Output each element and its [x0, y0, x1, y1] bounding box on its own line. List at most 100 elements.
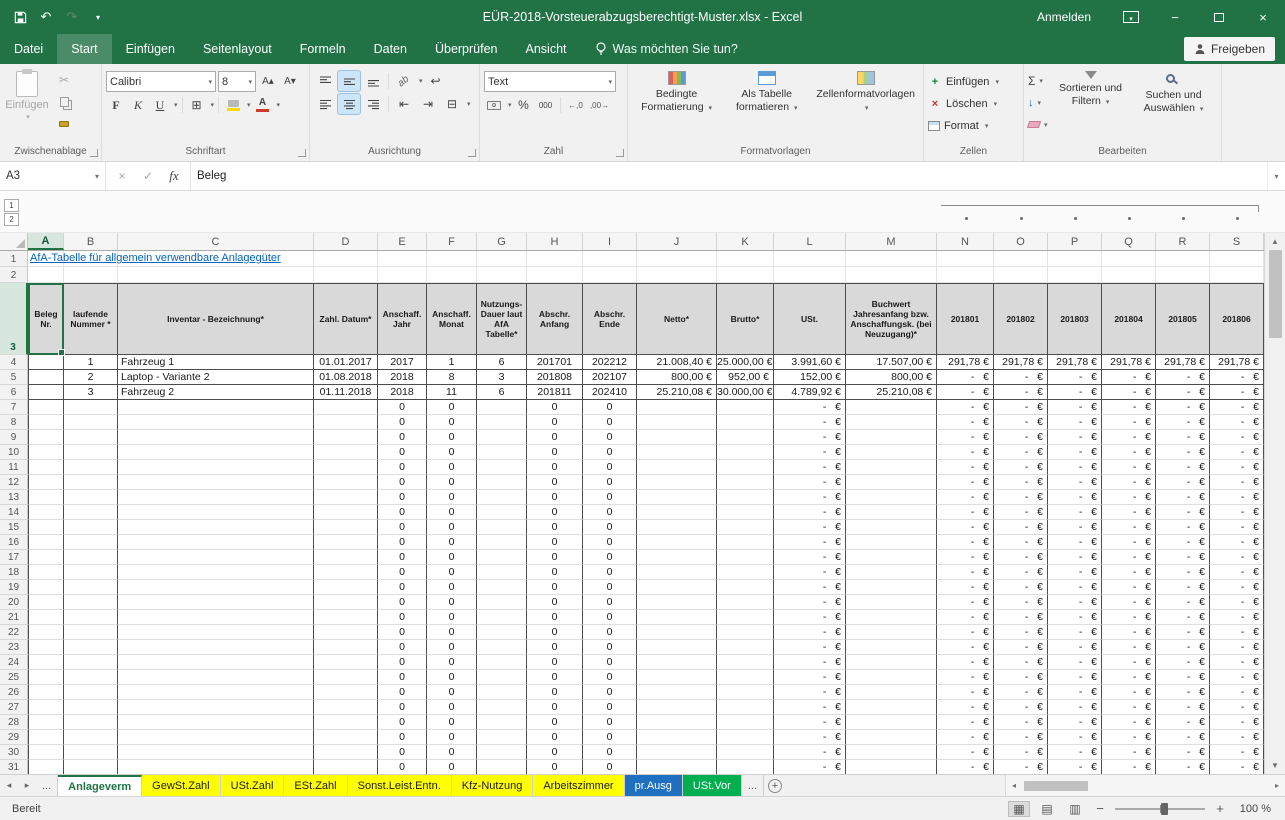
cell-H26[interactable]: 0	[527, 685, 583, 700]
column-header-G[interactable]: G	[477, 233, 527, 250]
cell-S23[interactable]: - €	[1210, 640, 1264, 655]
cell-G6[interactable]: 6	[477, 385, 527, 400]
cell-M26[interactable]	[846, 685, 937, 700]
cell-G8[interactable]	[477, 415, 527, 430]
cell-R31[interactable]: - €	[1156, 760, 1210, 774]
cell-P23[interactable]: - €	[1048, 640, 1102, 655]
cell-I14[interactable]: 0	[583, 505, 637, 520]
cell-C2[interactable]	[118, 267, 314, 283]
cell-F29[interactable]: 0	[427, 730, 477, 745]
cell-Q9[interactable]: - €	[1102, 430, 1156, 445]
cell-K8[interactable]	[717, 415, 774, 430]
cell-N20[interactable]: - €	[937, 595, 994, 610]
cell-A27[interactable]	[28, 700, 64, 715]
close-button[interactable]: ×	[1241, 0, 1285, 34]
row-header-22[interactable]: 22	[0, 625, 28, 640]
cell-L3[interactable]: USt.	[774, 283, 846, 355]
cell-L7[interactable]: - €	[774, 400, 846, 415]
cell-F10[interactable]: 0	[427, 445, 477, 460]
cell-F1[interactable]	[427, 251, 477, 267]
cell-C8[interactable]	[118, 415, 314, 430]
cell-C16[interactable]	[118, 535, 314, 550]
cell-P6[interactable]: - €	[1048, 385, 1102, 400]
column-header-C[interactable]: C	[118, 233, 314, 250]
cell-S8[interactable]: - €	[1210, 415, 1264, 430]
orientation-icon[interactable]: ab	[393, 71, 415, 91]
column-header-Q[interactable]: Q	[1102, 233, 1156, 250]
cell-I30[interactable]: 0	[583, 745, 637, 760]
cell-M29[interactable]	[846, 730, 937, 745]
cell-E26[interactable]: 0	[378, 685, 427, 700]
cell-P11[interactable]: - €	[1048, 460, 1102, 475]
cell-Q15[interactable]: - €	[1102, 520, 1156, 535]
sheet-nav-right-icon[interactable]: ▸	[18, 775, 36, 796]
cell-F18[interactable]: 0	[427, 565, 477, 580]
row-header-16[interactable]: 16	[0, 535, 28, 550]
increase-decimal-icon[interactable]: ←,0	[565, 96, 587, 114]
cell-G17[interactable]	[477, 550, 527, 565]
cell-G25[interactable]	[477, 670, 527, 685]
cell-E7[interactable]: 0	[378, 400, 427, 415]
cell-J26[interactable]	[637, 685, 717, 700]
cell-S30[interactable]: - €	[1210, 745, 1264, 760]
cell-J11[interactable]	[637, 460, 717, 475]
cell-A4[interactable]	[28, 355, 64, 370]
cell-S19[interactable]: - €	[1210, 580, 1264, 595]
cell-S16[interactable]: - €	[1210, 535, 1264, 550]
cell-B14[interactable]	[64, 505, 118, 520]
cell-M23[interactable]	[846, 640, 937, 655]
cell-A23[interactable]	[28, 640, 64, 655]
cell-M30[interactable]	[846, 745, 937, 760]
cell-R7[interactable]: - €	[1156, 400, 1210, 415]
cell-H11[interactable]: 0	[527, 460, 583, 475]
undo-icon[interactable]: ↶	[34, 5, 58, 29]
row-header-24[interactable]: 24	[0, 655, 28, 670]
cell-S24[interactable]: - €	[1210, 655, 1264, 670]
ribbon-tab-ansicht[interactable]: Ansicht	[512, 34, 581, 64]
cell-F27[interactable]: 0	[427, 700, 477, 715]
cell-J18[interactable]	[637, 565, 717, 580]
cell-A7[interactable]	[28, 400, 64, 415]
cell-L13[interactable]: - €	[774, 490, 846, 505]
cell-H4[interactable]: 201701	[527, 355, 583, 370]
cell-M22[interactable]	[846, 625, 937, 640]
cell-L22[interactable]: - €	[774, 625, 846, 640]
cell-M4[interactable]: 17.507,00 €	[846, 355, 937, 370]
cell-Q8[interactable]: - €	[1102, 415, 1156, 430]
cell-H22[interactable]: 0	[527, 625, 583, 640]
cell-R27[interactable]: - €	[1156, 700, 1210, 715]
cell-Q23[interactable]: - €	[1102, 640, 1156, 655]
cell-J3[interactable]: Netto*	[637, 283, 717, 355]
cell-L11[interactable]: - €	[774, 460, 846, 475]
cell-L27[interactable]: - €	[774, 700, 846, 715]
cell-Q13[interactable]: - €	[1102, 490, 1156, 505]
row-header-20[interactable]: 20	[0, 595, 28, 610]
cell-M9[interactable]	[846, 430, 937, 445]
cell-Q21[interactable]: - €	[1102, 610, 1156, 625]
cell-H9[interactable]: 0	[527, 430, 583, 445]
cell-J13[interactable]	[637, 490, 717, 505]
cell-S9[interactable]: - €	[1210, 430, 1264, 445]
cell-O9[interactable]: - €	[994, 430, 1048, 445]
cell-I24[interactable]: 0	[583, 655, 637, 670]
cell-N25[interactable]: - €	[937, 670, 994, 685]
cell-D21[interactable]	[314, 610, 378, 625]
cell-F24[interactable]: 0	[427, 655, 477, 670]
cell-O1[interactable]	[994, 251, 1048, 267]
cell-Q4[interactable]: 291,78 €	[1102, 355, 1156, 370]
cell-S18[interactable]: - €	[1210, 565, 1264, 580]
cell-D10[interactable]	[314, 445, 378, 460]
cell-P10[interactable]: - €	[1048, 445, 1102, 460]
cell-C5[interactable]: Laptop - Variante 2	[118, 370, 314, 385]
cell-F21[interactable]: 0	[427, 610, 477, 625]
cell-I15[interactable]: 0	[583, 520, 637, 535]
cell-E25[interactable]: 0	[378, 670, 427, 685]
cell-N15[interactable]: - €	[937, 520, 994, 535]
cell-K23[interactable]	[717, 640, 774, 655]
cell-S11[interactable]: - €	[1210, 460, 1264, 475]
cell-F2[interactable]	[427, 267, 477, 283]
font-size-select[interactable]: 8▾	[218, 71, 256, 92]
cell-A20[interactable]	[28, 595, 64, 610]
ribbon-tab-daten[interactable]: Daten	[360, 34, 421, 64]
cell-S31[interactable]: - €	[1210, 760, 1264, 774]
